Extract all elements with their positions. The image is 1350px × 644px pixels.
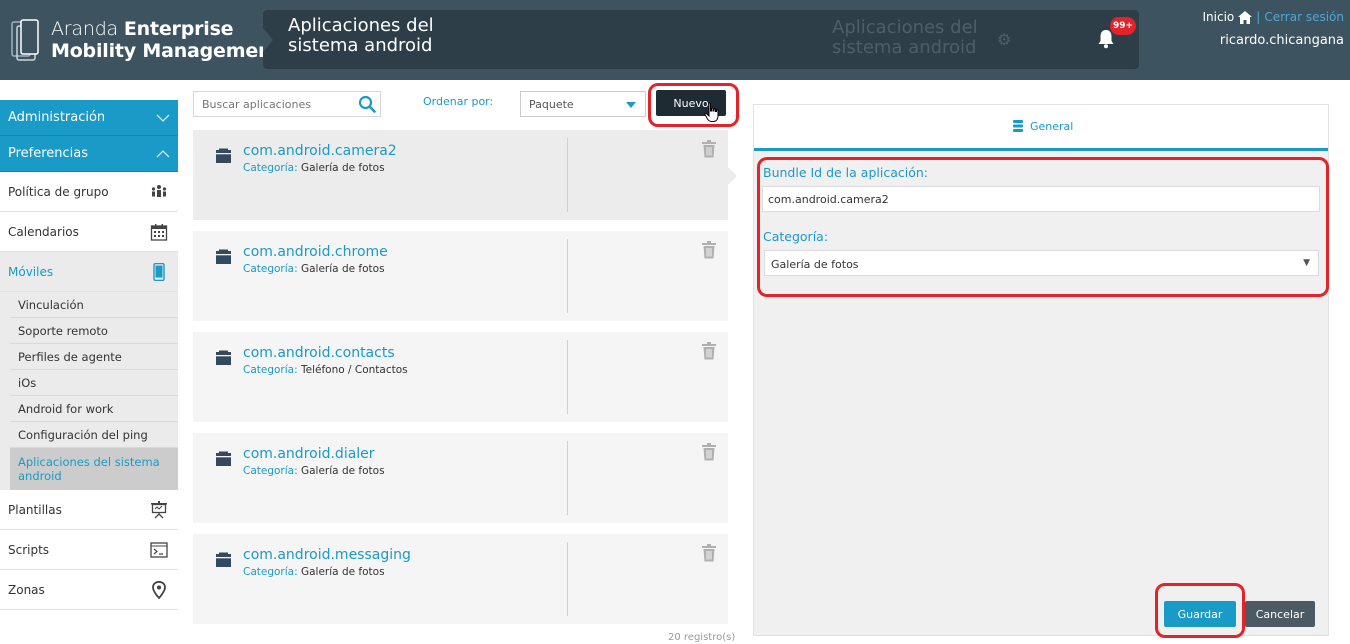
- card-divider: [567, 239, 568, 313]
- sidebar-item-calendarios[interactable]: Calendarios: [0, 212, 178, 252]
- page-title: Aplicaciones del sistema android: [288, 15, 434, 56]
- trash-icon[interactable]: [701, 342, 717, 360]
- package-icon: [216, 148, 231, 163]
- sidebar-section-administracion[interactable]: Administración: [0, 100, 178, 136]
- sidebar-item-zonas[interactable]: Zonas: [0, 570, 178, 610]
- sidebar-subitem-android-for-work[interactable]: Android for work: [10, 396, 178, 422]
- sidebar-item-moviles[interactable]: Móviles: [0, 252, 178, 292]
- caret-down-icon: ▼: [1303, 258, 1310, 268]
- tab-general[interactable]: General: [1012, 119, 1073, 133]
- sidebar-section-preferencias[interactable]: Preferencias: [0, 136, 178, 172]
- sidebar-item-plantillas[interactable]: Plantillas: [0, 490, 178, 530]
- card-divider: [567, 138, 568, 212]
- terminal-icon: [150, 541, 168, 558]
- list-item[interactable]: com.android.chrome Categoría: Galería de…: [193, 231, 728, 321]
- trash-icon[interactable]: [701, 241, 717, 259]
- hand-cursor-icon: [704, 102, 719, 122]
- app-category: Categoría: Galería de fotos: [243, 162, 385, 174]
- search-box: [193, 91, 381, 117]
- mobile-icon: [153, 262, 165, 281]
- card-divider: [567, 441, 568, 515]
- gear-icon: ⚙: [997, 30, 1012, 49]
- database-icon: [1013, 120, 1023, 132]
- app-category: Categoría: Galería de fotos: [243, 566, 385, 578]
- package-icon: [216, 249, 231, 264]
- order-by-select[interactable]: Paquete: [520, 91, 646, 117]
- calendar-icon: [150, 223, 168, 241]
- sidebar-subitem-perfiles-de-agente[interactable]: Perfiles de agente: [10, 344, 178, 370]
- save-button[interactable]: Guardar: [1164, 601, 1236, 627]
- sidebar-subitem-ios[interactable]: iOs: [10, 370, 178, 396]
- selection-pointer: [728, 167, 737, 185]
- sidebar-subitem-aplicaciones-del-sistema-android[interactable]: Aplicaciones del sistema android: [10, 448, 178, 490]
- home-link[interactable]: Inicio: [1203, 10, 1235, 24]
- logout-link[interactable]: Cerrar sesión: [1264, 10, 1344, 24]
- list-item[interactable]: com.android.dialer Categoría: Galería de…: [193, 433, 728, 523]
- search-input[interactable]: [194, 92, 349, 116]
- category-select[interactable]: Galería de fotos ▼: [764, 250, 1319, 276]
- list-item[interactable]: com.android.camera2 Categoría: Galería d…: [193, 130, 728, 220]
- list-item[interactable]: com.android.contacts Categoría: Teléfono…: [193, 332, 728, 422]
- detail-panel: General Bundle Id de la aplicación: Cate…: [753, 104, 1329, 636]
- card-divider: [567, 542, 568, 616]
- category-label: Categoría:: [763, 229, 829, 244]
- list-item[interactable]: com.android.messaging Categoría: Galería…: [193, 534, 728, 624]
- app-category: Categoría: Teléfono / Contactos: [243, 364, 408, 376]
- trash-icon[interactable]: [701, 544, 717, 562]
- order-by-label: Ordenar por:: [423, 95, 494, 108]
- app-name[interactable]: com.android.contacts: [243, 345, 395, 361]
- package-icon: [216, 552, 231, 567]
- user-area: Inicio | Cerrar sesión ricardo.chicangan…: [1203, 10, 1345, 48]
- app-category: Categoría: Galería de fotos: [243, 465, 385, 477]
- presentation-icon: [151, 500, 167, 518]
- notification-badge: 99+: [1110, 17, 1137, 35]
- username: ricardo.chicangana: [1219, 33, 1344, 48]
- trash-icon[interactable]: [701, 443, 717, 461]
- app-name[interactable]: com.android.messaging: [243, 547, 411, 563]
- home-icon[interactable]: [1238, 10, 1253, 24]
- ghost-page-title: Aplicaciones del sistema android: [832, 17, 978, 58]
- bundle-id-field[interactable]: [762, 186, 1320, 212]
- trash-icon[interactable]: [701, 140, 717, 158]
- app-name[interactable]: com.android.camera2: [243, 143, 397, 159]
- app-header: Aranda Enterprise Mobility Management Ap…: [0, 0, 1350, 80]
- location-pin-icon: [152, 580, 166, 599]
- sidebar-item-politica-de-grupo[interactable]: Política de grupo: [0, 172, 178, 212]
- app-name[interactable]: com.android.dialer: [243, 446, 375, 462]
- sidebar-item-scripts[interactable]: Scripts: [0, 530, 178, 570]
- chevron-down-icon: [156, 114, 170, 122]
- caret-down-icon: [626, 102, 636, 108]
- sidebar-subitem-configuracion-del-ping[interactable]: Configuración del ping: [10, 422, 178, 448]
- app-category: Categoría: Galería de fotos: [243, 263, 385, 275]
- sidebar-subitem-soporte-remoto[interactable]: Soporte remoto: [10, 318, 178, 344]
- bundle-id-label: Bundle Id de la aplicación:: [763, 165, 928, 180]
- app-name[interactable]: com.android.chrome: [243, 244, 388, 260]
- chevron-up-icon: [156, 149, 170, 157]
- tab-bar: General: [754, 105, 1328, 151]
- cancel-button[interactable]: Cancelar: [1245, 601, 1315, 627]
- search-icon[interactable]: [358, 95, 376, 113]
- logo-icon: [11, 19, 39, 61]
- package-icon: [216, 451, 231, 466]
- link-separator: |: [1256, 10, 1261, 24]
- moviles-submenu: Vinculación Soporte remoto Perfiles de a…: [0, 292, 178, 490]
- record-count: 20 registro(s): [668, 632, 736, 643]
- sidebar: Administración Preferencias Política de …: [0, 100, 178, 610]
- sidebar-subitem-vinculacion[interactable]: Vinculación: [10, 292, 178, 318]
- group-policy-icon: [151, 184, 167, 197]
- title-notch: [263, 28, 273, 52]
- card-divider: [567, 340, 568, 414]
- package-icon: [216, 350, 231, 365]
- product-logo: Aranda Enterprise Mobility Management: [51, 18, 281, 62]
